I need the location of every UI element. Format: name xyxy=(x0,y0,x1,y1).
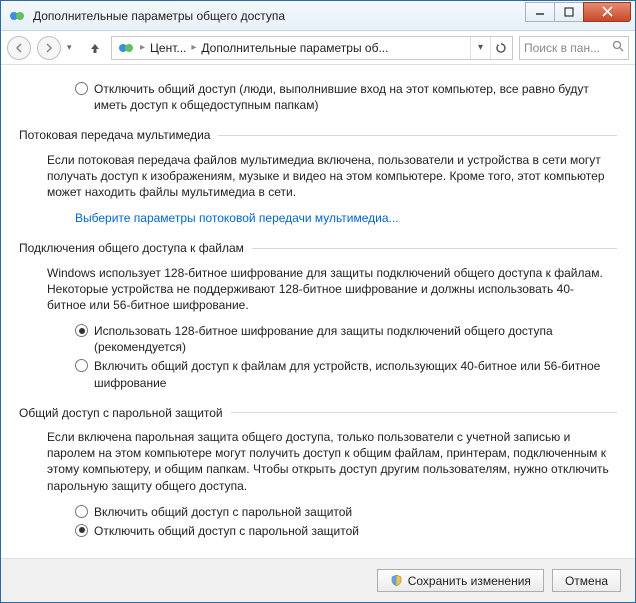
radio-icon xyxy=(75,524,88,537)
streaming-options-link[interactable]: Выберите параметры потоковой передачи му… xyxy=(75,211,399,225)
history-dropdown-icon[interactable]: ▾ xyxy=(67,42,79,53)
save-button-label: Сохранить изменения xyxy=(408,574,531,588)
navigation-bar: ▾ ▸ Цент... ▸ Дополнительные параметры о… xyxy=(1,31,635,65)
radio-4056bit-encryption[interactable]: Включить общий доступ к файлам для устро… xyxy=(75,358,611,390)
radio-icon xyxy=(75,324,88,337)
window-controls xyxy=(526,2,631,22)
cancel-button[interactable]: Отмена xyxy=(552,569,621,592)
radio-disable-password[interactable]: Отключить общий доступ с парольной защит… xyxy=(75,523,611,539)
close-button[interactable] xyxy=(583,2,631,22)
forward-button[interactable] xyxy=(37,36,61,60)
section-header-encryption: Подключения общего доступа к файлам xyxy=(19,240,617,256)
radio-icon xyxy=(75,359,88,372)
refresh-button[interactable] xyxy=(490,37,510,59)
radio-label: Включить общий доступ к файлам для устро… xyxy=(94,358,611,390)
radio-icon xyxy=(75,82,88,95)
streaming-description: Если потоковая передача файлов мультимед… xyxy=(47,152,611,201)
cancel-button-label: Отмена xyxy=(565,574,608,588)
breadcrumb-seg-2[interactable]: Дополнительные параметры об... xyxy=(198,41,391,55)
radio-enable-password[interactable]: Включить общий доступ с парольной защито… xyxy=(75,504,611,520)
window-title: Дополнительные параметры общего доступа xyxy=(33,9,526,23)
section-header-streaming: Потоковая передача мультимедиа xyxy=(19,127,617,143)
back-button[interactable] xyxy=(7,36,31,60)
shield-icon xyxy=(390,574,403,587)
search-icon xyxy=(612,40,624,55)
radio-label: Использовать 128-битное шифрование для з… xyxy=(94,323,611,355)
radio-label: Отключить общий доступ с парольной защит… xyxy=(94,523,359,539)
radio-label: Отключить общий доступ (люди, выполнивши… xyxy=(94,81,617,113)
breadcrumb-separator-icon: ▸ xyxy=(189,42,198,53)
radio-label: Включить общий доступ с парольной защито… xyxy=(94,504,352,520)
window: Дополнительные параметры общего доступа … xyxy=(0,0,636,603)
breadcrumb-separator-icon: ▸ xyxy=(138,42,147,53)
radio-disable-public-sharing[interactable]: Отключить общий доступ (люди, выполнивши… xyxy=(75,81,617,113)
address-bar[interactable]: ▸ Цент... ▸ Дополнительные параметры об.… xyxy=(111,36,513,60)
encryption-description: Windows использует 128-битное шифрование… xyxy=(47,265,611,314)
location-icon xyxy=(118,40,134,56)
address-dropdown-icon[interactable]: ▾ xyxy=(470,37,490,59)
radio-128bit-encryption[interactable]: Использовать 128-битное шифрование для з… xyxy=(75,323,611,355)
maximize-button[interactable] xyxy=(554,2,584,22)
system-icon xyxy=(9,8,25,24)
footer: Сохранить изменения Отмена xyxy=(1,558,635,602)
minimize-button[interactable] xyxy=(525,2,555,22)
up-button[interactable] xyxy=(85,38,105,58)
search-placeholder: Поиск в пан... xyxy=(524,41,600,55)
save-button[interactable]: Сохранить изменения xyxy=(377,569,544,592)
radio-icon xyxy=(75,505,88,518)
breadcrumb-seg-1[interactable]: Цент... xyxy=(147,41,189,55)
section-header-password: Общий доступ с парольной защитой xyxy=(19,405,617,421)
titlebar: Дополнительные параметры общего доступа xyxy=(1,1,635,31)
search-input[interactable]: Поиск в пан... xyxy=(519,36,629,60)
password-description: Если включена парольная защита общего до… xyxy=(47,429,611,494)
content-pane: Отключить общий доступ (люди, выполнивши… xyxy=(1,65,635,558)
